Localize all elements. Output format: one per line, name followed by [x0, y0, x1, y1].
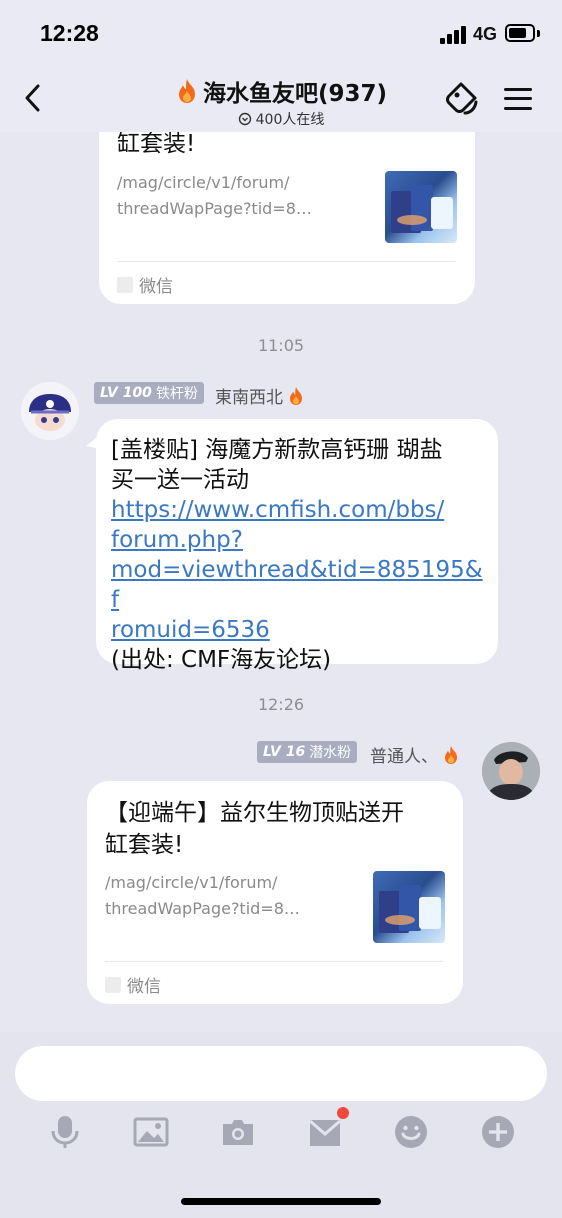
gift-icon[interactable]	[307, 1114, 343, 1150]
timestamp: 11:05	[257, 336, 305, 355]
timestamp: 12:26	[257, 695, 305, 714]
pirate-avatar-icon	[21, 382, 79, 440]
fire-icon	[290, 386, 302, 405]
network-label: 4G	[473, 24, 498, 44]
fire-icon	[178, 79, 195, 103]
microphone-icon[interactable]	[47, 1114, 83, 1150]
nickname[interactable]: 普通人、	[370, 742, 460, 767]
chat-header: 海水鱼友吧(937) 400人在线	[0, 66, 562, 132]
fire-icon	[445, 745, 457, 764]
signal-icon	[440, 26, 468, 44]
level-badge: LV 100 铁杆粉	[94, 382, 204, 404]
shared-card[interactable]: 【迎端午】益尔生物顶贴送开 缸套装! /mag/circle/v1/forum/…	[87, 781, 463, 1004]
menu-button[interactable]	[504, 86, 532, 112]
message-bubble[interactable]: [盖楼贴] 海魔方新款高钙珊 瑚盐 买一送一活动 https://www.cmf…	[96, 419, 498, 673]
status-bar: 12:28 4G	[0, 0, 562, 66]
divider	[105, 961, 443, 962]
card-thumbnail	[373, 871, 445, 943]
chat-title[interactable]: 海水鱼友吧(937)	[203, 74, 387, 108]
card-title: 【迎端午】益尔生物顶贴送开 缸套装!	[105, 800, 404, 858]
tag-icon	[446, 82, 478, 115]
card-link: /mag/circle/v1/forum/ threadWapPage?tid=…	[105, 873, 300, 918]
message-link[interactable]: https://www.cmfish.com/bbs/ forum.php? m…	[111, 495, 489, 645]
person-avatar-icon	[482, 742, 540, 800]
wechat-icon	[105, 976, 121, 993]
shared-card[interactable]: 缸套装! /mag/circle/v1/forum/ threadWapPage…	[99, 132, 475, 304]
wechat-icon	[117, 276, 133, 293]
input-area	[0, 1032, 562, 1218]
message-text: [盖楼贴] 海魔方新款高钙珊 瑚盐 买一送一活动 https://www.cmf…	[111, 435, 489, 675]
online-count: 400人在线	[255, 112, 325, 128]
nickname[interactable]: 東南西北	[215, 383, 305, 408]
image-icon[interactable]	[133, 1114, 169, 1150]
camera-icon[interactable]	[220, 1114, 256, 1150]
card-thumbnail	[385, 171, 457, 243]
notification-dot	[337, 1107, 349, 1119]
status-time: 12:28	[40, 20, 99, 46]
home-indicator	[181, 1198, 381, 1205]
avatar[interactable]	[482, 742, 540, 800]
chat-list[interactable]: 缸套装! /mag/circle/v1/forum/ threadWapPage…	[0, 132, 562, 1032]
emoji-icon[interactable]	[393, 1114, 429, 1150]
card-source: 微信	[117, 272, 173, 297]
card-link: /mag/circle/v1/forum/ threadWapPage?tid=…	[117, 173, 312, 218]
card-title: 缸套装!	[117, 132, 196, 157]
divider	[117, 261, 455, 262]
card-source: 微信	[105, 972, 161, 997]
level-badge: LV 16 潜水粉	[257, 741, 358, 763]
avatar[interactable]	[21, 382, 79, 440]
plus-icon[interactable]	[480, 1114, 516, 1150]
message-input[interactable]	[15, 1046, 547, 1101]
tag-button[interactable]	[443, 80, 481, 118]
online-check-icon	[238, 112, 251, 126]
battery-icon	[505, 24, 535, 42]
